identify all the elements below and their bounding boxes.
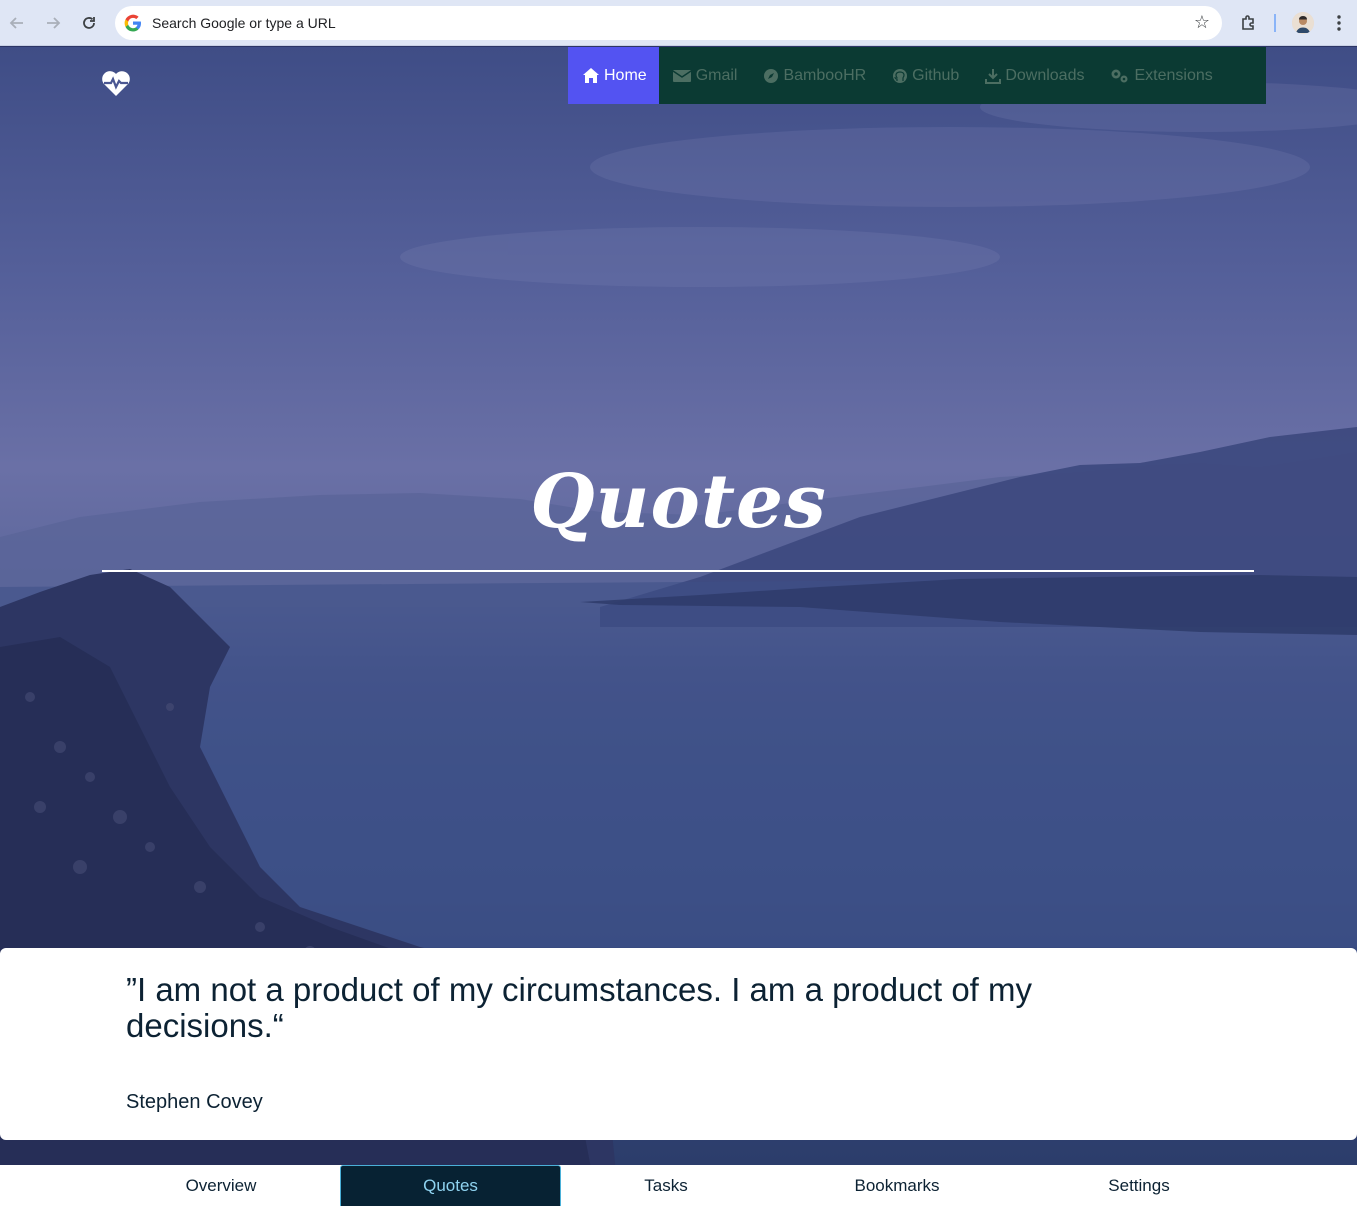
nav-github-label: Github: [912, 66, 960, 84]
tab-settings[interactable]: Settings: [1039, 1165, 1239, 1206]
nav-bamboohr[interactable]: BambooHR: [750, 47, 879, 104]
extensions-icon[interactable]: [1237, 11, 1261, 35]
nav-extensions-label: Extensions: [1134, 66, 1213, 84]
github-icon: [893, 68, 908, 83]
toolbar-divider: [1274, 14, 1276, 32]
nav-downloads[interactable]: Downloads: [972, 47, 1097, 104]
forward-icon[interactable]: [40, 10, 66, 36]
home-icon: [583, 68, 599, 83]
nav-home[interactable]: Home: [568, 47, 659, 104]
nav-gmail-label: Gmail: [695, 66, 738, 84]
nav-bamboohr-label: BambooHR: [783, 66, 867, 84]
browser-toolbar: Search Google or type a URL ☆: [0, 0, 1357, 46]
nav-extensions[interactable]: Extensions: [1097, 47, 1225, 104]
omnibox[interactable]: Search Google or type a URL ☆: [115, 6, 1222, 40]
omnibox-input[interactable]: Search Google or type a URL: [152, 14, 336, 32]
tab-bookmarks[interactable]: Bookmarks: [797, 1165, 997, 1206]
star-icon[interactable]: ☆: [1194, 12, 1210, 34]
nav-github[interactable]: Github: [879, 47, 972, 104]
gears-icon: [1111, 69, 1128, 82]
back-icon[interactable]: [4, 10, 30, 36]
profile-avatar[interactable]: [1292, 12, 1314, 34]
bottom-tab-bar: Overview Quotes Tasks Bookmarks Settings: [0, 1165, 1357, 1215]
title-divider: [102, 570, 1254, 572]
reload-icon[interactable]: [76, 10, 102, 36]
tab-overview[interactable]: Overview: [121, 1165, 321, 1206]
top-navigation: Home Gmail BambooHR Github Downloads Ext…: [568, 47, 1266, 104]
page-title: Quotes: [530, 459, 827, 545]
nav-home-label: Home: [604, 66, 647, 84]
heartbeat-icon[interactable]: [101, 69, 131, 97]
google-logo: [124, 14, 141, 32]
tab-quotes[interactable]: Quotes: [340, 1165, 561, 1206]
nav-downloads-label: Downloads: [1005, 66, 1085, 84]
nav-gmail[interactable]: Gmail: [659, 47, 751, 104]
download-icon: [985, 68, 1002, 84]
kebab-menu-icon[interactable]: [1327, 11, 1351, 35]
mail-icon: [672, 69, 692, 82]
quote-text: ”I am not a product of my circumstances.…: [126, 971, 1033, 1044]
compass-icon: [764, 68, 779, 83]
quote-card: ”I am not a product of my circumstances.…: [0, 948, 1357, 1140]
tab-tasks[interactable]: Tasks: [566, 1165, 766, 1206]
quote-author: Stephen Covey: [126, 1091, 263, 1113]
